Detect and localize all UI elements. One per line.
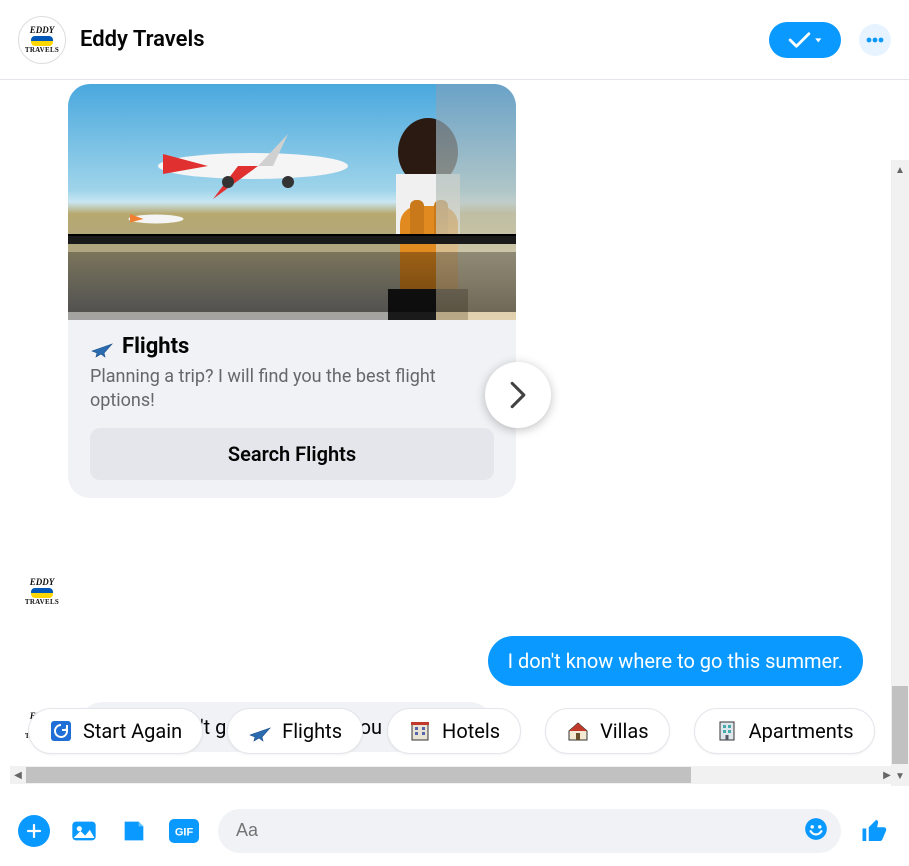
scroll-left-arrow-icon[interactable]: ◀ — [10, 767, 26, 783]
send-like-button[interactable] — [859, 815, 891, 847]
quick-reply-label: Apartments — [749, 719, 854, 743]
horizontal-scrollbar[interactable]: ◀ ▶ — [10, 766, 895, 784]
villa-icon — [566, 719, 590, 743]
quick-reply-hotels[interactable]: Hotels — [387, 708, 521, 754]
header-actions — [769, 22, 891, 58]
scroll-up-arrow-icon[interactable]: ▲ — [892, 162, 908, 178]
hotel-icon — [408, 719, 432, 743]
quick-reply-label: Flights — [282, 719, 342, 743]
quick-reply-label: Villas — [600, 719, 649, 743]
quick-reply-label: Hotels — [442, 719, 500, 743]
svg-text:GIF: GIF — [175, 826, 194, 838]
mark-done-button[interactable] — [769, 22, 841, 58]
scroll-right-arrow-icon[interactable]: ▶ — [879, 767, 895, 783]
eddy-travels-logo-icon: EDDYTRAVELS — [22, 572, 62, 612]
airplane-small-icon — [126, 207, 186, 232]
restart-icon — [49, 719, 73, 743]
more-options-button[interactable] — [859, 24, 891, 56]
add-sticker-button[interactable] — [118, 815, 150, 847]
checkmark-dropdown-icon — [787, 30, 823, 50]
message-input-container[interactable] — [218, 809, 841, 853]
airplane-icon — [90, 335, 114, 359]
card-button-label: Search Flights — [228, 442, 356, 466]
gif-icon: GIF — [169, 819, 199, 843]
user-message-bubble[interactable]: I don't know where to go this summer. — [488, 636, 863, 686]
card-image — [68, 84, 516, 320]
quick-reply-label: Start Again — [83, 719, 182, 743]
search-flights-button[interactable]: Search Flights — [90, 428, 494, 480]
quick-reply-villas[interactable]: Villas — [545, 708, 670, 754]
bot-avatar[interactable]: EDDY TRAVELS — [18, 16, 66, 64]
apartment-icon — [715, 719, 739, 743]
card-body: Flights Planning a trip? I will find you… — [68, 320, 516, 498]
add-photo-button[interactable] — [68, 815, 100, 847]
airplane-scene-icon — [138, 124, 358, 204]
card-title: Flights — [122, 334, 189, 359]
chat-header: EDDY TRAVELS Eddy Travels — [0, 0, 909, 80]
message-composer: GIF — [0, 794, 909, 866]
horizontal-scrollbar-thumb[interactable] — [26, 767, 691, 783]
chevron-right-icon — [507, 381, 529, 409]
bot-message-avatar: EDDYTRAVELS — [22, 572, 62, 612]
quick-reply-flights[interactable]: Flights — [227, 708, 363, 754]
open-actions-button[interactable] — [18, 815, 50, 847]
chat-body: ▲ ▼ — [0, 80, 909, 866]
emoji-picker-button[interactable] — [803, 816, 829, 846]
plus-icon — [25, 822, 43, 840]
message-input[interactable] — [236, 820, 803, 841]
quick-reply-start-again[interactable]: Start Again — [28, 708, 203, 754]
quick-replies: Start Again Flights Hotels Villas Apartm… — [14, 704, 909, 758]
thumbs-up-icon — [860, 816, 890, 846]
chat-title: Eddy Travels — [80, 27, 769, 52]
add-gif-button[interactable]: GIF — [168, 815, 200, 847]
photo-icon — [70, 817, 98, 845]
dots-horizontal-icon — [866, 37, 884, 43]
carousel-next-button[interactable] — [485, 362, 551, 428]
flights-card: Flights Planning a trip? I will find you… — [68, 84, 516, 498]
smiley-icon — [803, 816, 829, 842]
eddy-travels-logo-icon: EDDY TRAVELS — [19, 17, 65, 63]
messages-list: Flights Planning a trip? I will find you… — [0, 84, 889, 696]
quick-reply-apartments[interactable]: Apartments — [694, 708, 875, 754]
user-message-text: I don't know where to go this summer. — [508, 649, 843, 673]
card-description: Planning a trip? I will find you the bes… — [90, 365, 494, 414]
sticker-icon — [120, 817, 148, 845]
airplane-icon — [248, 719, 272, 743]
